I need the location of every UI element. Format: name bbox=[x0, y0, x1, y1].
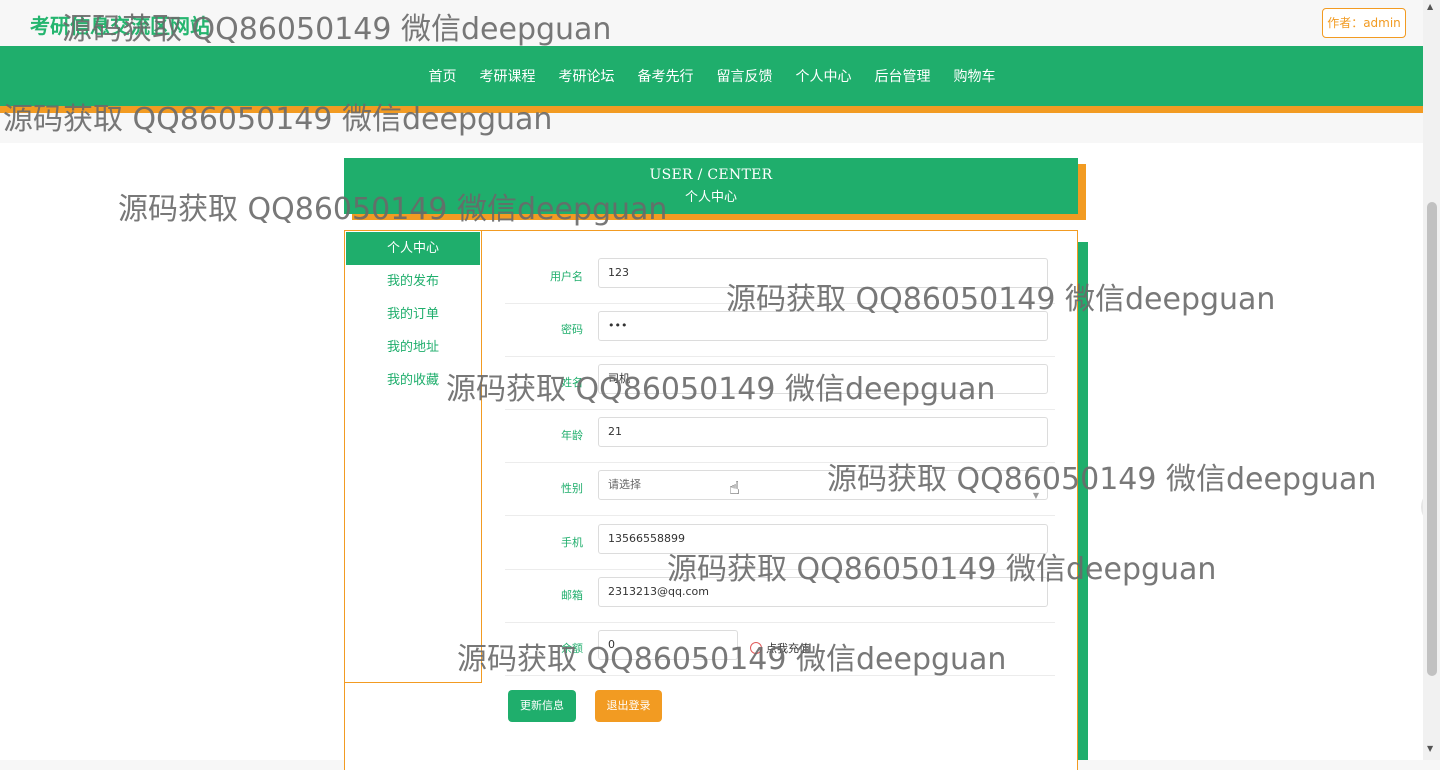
sidebar-item-user-center[interactable]: 个人中心 bbox=[346, 232, 480, 265]
age-label: 年龄 bbox=[561, 429, 583, 442]
name-input[interactable]: 司机 bbox=[598, 364, 1048, 394]
password-input[interactable]: ••• bbox=[598, 311, 1048, 341]
nav-item-forum[interactable]: 考研论坛 bbox=[548, 66, 626, 86]
nav-item-cart[interactable]: 购物车 bbox=[943, 66, 1007, 86]
balance-input[interactable]: 0 bbox=[598, 630, 738, 660]
recharge-label: 点我充值 bbox=[766, 642, 810, 655]
form-row-gender: 性别 请选择 ▼ bbox=[505, 462, 1055, 516]
user-center-title-zh: 个人中心 bbox=[684, 190, 737, 205]
scrollbar-thumb[interactable] bbox=[1427, 202, 1437, 676]
recharge-link[interactable]: 点我充值 bbox=[750, 622, 810, 675]
password-label: 密码 bbox=[561, 323, 583, 336]
nav-accent-bar bbox=[0, 106, 1423, 113]
email-input[interactable]: 2313213@qq.com bbox=[598, 577, 1048, 607]
user-center-title-en: USER / CENTER bbox=[649, 167, 773, 183]
form-row-age: 年龄 21 bbox=[505, 409, 1055, 463]
form-row-balance: 余额 0 点我充值 bbox=[505, 622, 1055, 676]
form-row-password: 密码 ••• bbox=[505, 303, 1055, 357]
gender-select[interactable]: 请选择 ▼ bbox=[598, 470, 1048, 500]
age-input[interactable]: 21 bbox=[598, 417, 1048, 447]
form-row-name: 姓名 司机 bbox=[505, 356, 1055, 410]
nav-list: 首页 考研课程 考研论坛 备考先行 留言反馈 个人中心 后台管理 购物车 bbox=[0, 46, 1423, 106]
gender-label: 性别 bbox=[561, 482, 583, 495]
scroll-up-icon[interactable]: ▲ bbox=[1427, 2, 1433, 11]
author-button[interactable]: 作者：admin bbox=[1322, 8, 1406, 38]
username-input[interactable]: 123 bbox=[598, 258, 1048, 288]
form-row-phone: 手机 13566558899 bbox=[505, 516, 1055, 570]
logout-button[interactable]: 退出登录 bbox=[595, 690, 662, 722]
sidebar-item-my-posts[interactable]: 我的发布 bbox=[345, 265, 481, 298]
sidebar-item-my-orders[interactable]: 我的订单 bbox=[345, 298, 481, 331]
form-row-username: 用户名 123 bbox=[505, 250, 1055, 304]
balance-label: 余额 bbox=[561, 642, 583, 655]
user-sidebar: 个人中心 我的发布 我的订单 我的地址 我的收藏 bbox=[344, 230, 482, 683]
scroll-down-icon[interactable]: ▼ bbox=[1427, 744, 1433, 753]
email-label: 邮箱 bbox=[561, 589, 583, 602]
update-info-button[interactable]: 更新信息 bbox=[508, 690, 576, 722]
sidebar-item-my-favorites[interactable]: 我的收藏 bbox=[345, 364, 481, 397]
username-label: 用户名 bbox=[550, 270, 583, 283]
sidebar-item-my-address[interactable]: 我的地址 bbox=[345, 331, 481, 364]
nav-item-user-center[interactable]: 个人中心 bbox=[785, 66, 863, 86]
nav-item-home[interactable]: 首页 bbox=[418, 66, 468, 86]
content-shadow bbox=[1078, 242, 1088, 760]
chevron-down-icon: ▼ bbox=[1032, 491, 1039, 500]
hand-cursor-icon: ☝ bbox=[729, 478, 740, 499]
form-row-email: 邮箱 2313213@qq.com bbox=[505, 569, 1055, 623]
gender-select-value: 请选择 bbox=[608, 478, 641, 491]
site-title[interactable]: 考研信息交流区网站 bbox=[30, 10, 210, 39]
main-nav: 首页 考研课程 考研论坛 备考先行 留言反馈 个人中心 后台管理 购物车 bbox=[0, 46, 1423, 106]
nav-item-admin[interactable]: 后台管理 bbox=[864, 66, 942, 86]
top-bar: 考研信息交流区网站 作者：admin bbox=[0, 0, 1423, 46]
nav-item-feedback[interactable]: 留言反馈 bbox=[706, 66, 784, 86]
recharge-icon bbox=[750, 642, 762, 654]
phone-label: 手机 bbox=[561, 536, 583, 549]
nav-item-prep[interactable]: 备考先行 bbox=[627, 66, 705, 86]
page-scrollbar[interactable]: ▲ ▼ bbox=[1423, 0, 1440, 760]
nav-item-courses[interactable]: 考研课程 bbox=[469, 66, 547, 86]
name-label: 姓名 bbox=[561, 376, 583, 389]
user-center-header: USER / CENTER 个人中心 bbox=[344, 158, 1078, 214]
phone-input[interactable]: 13566558899 bbox=[598, 524, 1048, 554]
